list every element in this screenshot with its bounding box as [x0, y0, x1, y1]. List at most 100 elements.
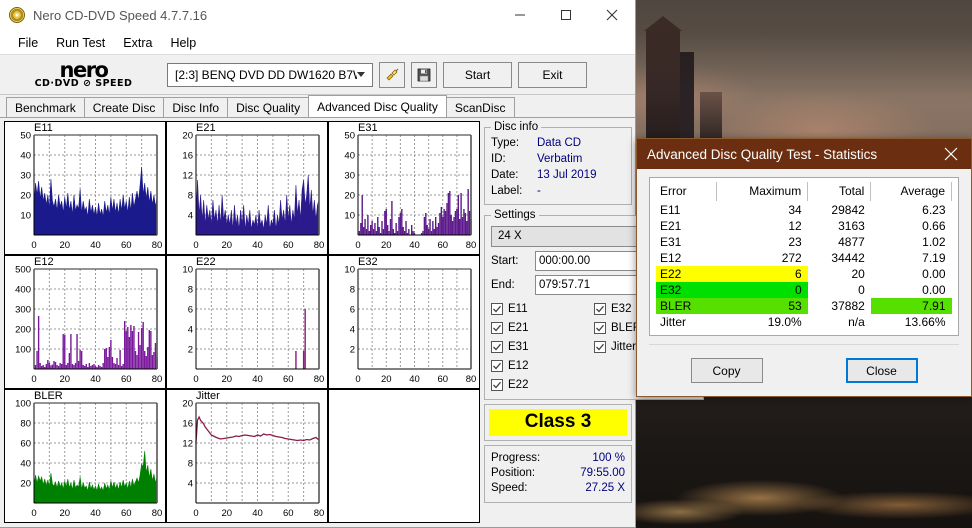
- statistics-cell-error: E11: [660, 203, 681, 217]
- chart-row: E12 100 200 300 400 500 0 20 40 60 80 E22 2 4 6 8 10 0…: [4, 255, 480, 389]
- window-title: Nero CD-DVD Speed 4.7.7.16: [33, 7, 208, 23]
- axis-tick-label: 80: [152, 508, 163, 519]
- statistics-row: E11 34 29842 6.23: [656, 202, 952, 219]
- statistics-cell-total: 20: [851, 267, 865, 281]
- maximize-button[interactable]: [543, 0, 589, 31]
- menu-bar: File Run Test Extra Help: [0, 31, 635, 55]
- axis-tick-label: 8: [188, 285, 193, 296]
- statistics-cell-error: BLER: [656, 298, 717, 314]
- axis-tick-label: 8: [188, 191, 193, 202]
- statistics-title-bar: Advanced Disc Quality Test - Statistics: [637, 139, 971, 169]
- checkbox-label: E22: [508, 378, 529, 391]
- disc-info-value: Data CD: [537, 137, 582, 149]
- chart-e12: E12 100 200 300 400 500 0 20 40 60 80: [4, 255, 166, 389]
- statistics-cell-error: E21: [660, 219, 682, 233]
- checkbox-label: E21: [508, 321, 529, 334]
- progress-row: Progress: 100 %: [491, 451, 625, 466]
- axis-tick-label: 40: [20, 151, 31, 162]
- tab-advanced-disc-quality[interactable]: Advanced Disc Quality: [308, 95, 447, 117]
- axis-tick-label: 8: [188, 459, 193, 470]
- menu-file[interactable]: File: [9, 33, 47, 53]
- chart-e22: E22 2 4 6 8 10 0 20 40 60 80: [166, 255, 328, 389]
- chart-bler: BLER 20 40 60 80 100 0 20 40 60 80: [4, 389, 166, 523]
- checkbox-e12[interactable]: E12: [491, 356, 594, 375]
- axis-tick-label: 50: [20, 131, 31, 142]
- start-label: Start:: [491, 255, 519, 267]
- statistics-cell-average: 0.00: [922, 267, 946, 281]
- axis-tick-label: 80: [152, 240, 163, 251]
- skyline-building: [644, 16, 682, 145]
- axis-tick-label: 80: [466, 240, 477, 251]
- disc-info-group: Disc info Type: Data CD ID: Verbatim Dat…: [484, 121, 632, 205]
- menu-run-test[interactable]: Run Test: [47, 33, 114, 53]
- statistics-footer: Copy Close: [649, 344, 959, 396]
- column-header-maximum: Maximum: [716, 182, 809, 202]
- axis-tick-label: 4: [350, 325, 355, 336]
- axis-tick-label: 60: [121, 374, 132, 385]
- axis-tick-label: 40: [409, 374, 420, 385]
- statistics-cell-total: 4877: [838, 235, 865, 249]
- axis-tick-label: 80: [20, 419, 31, 430]
- floppy-save-icon-button[interactable]: [411, 61, 437, 88]
- axis-tick-label: 6: [350, 305, 355, 316]
- axis-tick-label: 0: [193, 508, 198, 519]
- speed-row-readout: Speed: 27.25 X: [491, 481, 625, 496]
- checkbox-e21[interactable]: E21: [491, 318, 594, 337]
- axis-tick-label: 16: [182, 419, 193, 430]
- tab-disc-info[interactable]: Disc Info: [163, 97, 229, 117]
- statistics-cell-error: E32: [656, 282, 717, 298]
- axis-tick-label: 8: [350, 285, 355, 296]
- exit-button[interactable]: Exit: [518, 61, 587, 88]
- plot-area: 2 4 6 8 10 0 20 40 60 80: [344, 265, 476, 386]
- checkbox-e11[interactable]: E11: [491, 299, 594, 318]
- statistics-cell-maximum: 0: [716, 282, 808, 298]
- plot-area: 10 20 30 40 50 0 20 40 60 80: [344, 131, 477, 252]
- tab-bar: Benchmark Create Disc Disc Info Disc Qua…: [0, 95, 635, 117]
- plot-area: 2 4 6 8 10 0 20 40 60 80: [182, 265, 324, 386]
- chart-jitter: Jitter 4 8 12 16 20 0 20 40 60 80: [166, 389, 328, 523]
- skyline-building: [680, 52, 694, 145]
- nero-logo-subtitle: CD·DVD ⊘ SPEED: [34, 78, 133, 90]
- drive-select[interactable]: [2:3] BENQ DVD DD DW1620 B7W9: [167, 62, 373, 87]
- menu-extra[interactable]: Extra: [114, 33, 161, 53]
- disc-info-legend: Disc info: [494, 121, 539, 133]
- chart-e21: E21 4 8 12 16 20 0 20 40 60 80: [166, 121, 328, 255]
- close-icon[interactable]: [931, 139, 971, 169]
- statistics-row: BLER 53 37882 7.91: [656, 298, 952, 314]
- statistics-cell-total: 0: [858, 283, 865, 297]
- axis-tick-label: 40: [90, 374, 101, 385]
- checkbox-e22[interactable]: E22: [491, 375, 594, 394]
- statistics-cell-maximum: 6: [716, 266, 808, 282]
- menu-help[interactable]: Help: [161, 33, 205, 53]
- minimize-button[interactable]: [497, 0, 543, 31]
- progress-box: Progress: 100 % Position: 79:55.00 Speed…: [484, 445, 632, 503]
- tab-benchmark[interactable]: Benchmark: [6, 97, 85, 117]
- title-bar: Nero CD-DVD Speed 4.7.7.16: [0, 0, 635, 31]
- checkbox-label: E12: [508, 359, 529, 372]
- axis-tick-label: 16: [182, 151, 193, 162]
- plot-area: 10 20 30 40 50 0 20 40 60 80: [20, 131, 163, 252]
- chart-grid: E11 10 20 30 40 50 0 20 40 60 80 E21 4 8 12 16 20 0 20 4…: [4, 121, 480, 523]
- tab-scandisc[interactable]: ScanDisc: [445, 97, 515, 117]
- statistics-cell-error: Jitter: [660, 315, 687, 329]
- axis-tick-label: 10: [182, 265, 193, 276]
- statistics-table: Error Maximum Total Average E11 34 29842 6.…: [656, 182, 952, 330]
- axis-tick-label: 4: [188, 211, 193, 222]
- checkbox-e31[interactable]: E31: [491, 337, 594, 356]
- close-button[interactable]: Close: [845, 358, 918, 383]
- position-row: Position: 79:55.00: [491, 466, 625, 481]
- axis-tick-label: 20: [20, 191, 31, 202]
- disc-info-key: Label:: [491, 185, 523, 197]
- eject-plug-icon-button[interactable]: [379, 61, 405, 88]
- statistics-header-row: Error Maximum Total Average: [656, 182, 952, 202]
- tab-disc-quality[interactable]: Disc Quality: [227, 97, 310, 117]
- close-button[interactable]: [589, 0, 635, 31]
- statistics-cell-maximum: 19.0%: [767, 315, 802, 329]
- copy-button[interactable]: Copy: [690, 358, 763, 383]
- axis-tick-label: 300: [15, 305, 31, 316]
- start-button[interactable]: Start: [443, 61, 512, 88]
- tab-create-disc[interactable]: Create Disc: [83, 97, 165, 117]
- axis-tick-label: 80: [314, 240, 325, 251]
- axis-tick-label: 0: [31, 508, 36, 519]
- axis-tick-label: 10: [344, 265, 355, 276]
